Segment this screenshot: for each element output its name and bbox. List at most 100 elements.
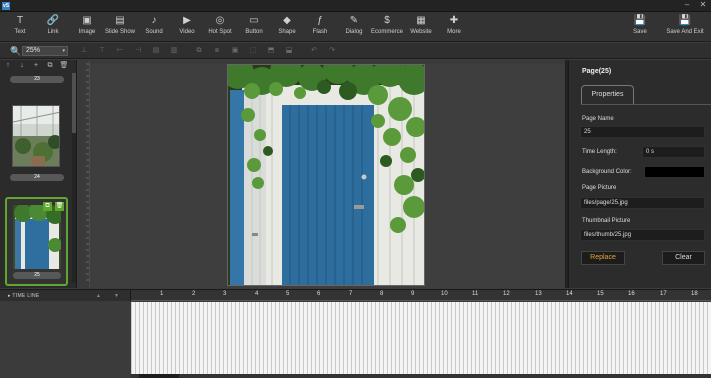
properties-title: Page(25) [582, 68, 612, 75]
timeline-down-icon[interactable]: ▼ [114, 293, 119, 299]
move-up-icon[interactable]: ↑ [3, 61, 13, 71]
video-icon: ▶ [183, 15, 191, 26]
secondary-toolbar: 🔍 25% ▾ ⊥ ⊤ ⊢ ⊣ ▤ ▥ ⧉ ⧈ ▣ ⬚ ⬒ ⬓ ↶ ↷ [0, 43, 711, 59]
canvas-area[interactable] [90, 64, 565, 288]
group-icon[interactable]: ▣ [228, 46, 242, 56]
page-picture-field[interactable]: files/page/25.jpg [580, 197, 705, 209]
thumbnail-picture-field[interactable]: files/thumb/25.jpg [580, 229, 705, 241]
text-tool-button[interactable]: T Text [2, 14, 38, 40]
save-and-exit-button[interactable]: 💾 Save And Exit [662, 14, 708, 40]
timeline-tick: 8 [380, 291, 384, 297]
copy-icon[interactable]: ⬒ [264, 46, 278, 56]
pages-scrollbar[interactable] [72, 73, 76, 283]
slideshow-icon: ▤ [115, 15, 125, 26]
save-icon: 💾 [633, 15, 647, 26]
page-name-label: Page Name [582, 116, 614, 122]
save-button[interactable]: 💾 Save [622, 14, 658, 40]
dialog-tool-button[interactable]: ✎ Dialog [336, 14, 372, 40]
copy-page-button[interactable]: ⧉ [43, 202, 52, 211]
pages-scroll-thumb[interactable] [72, 73, 76, 133]
title-bar: vS – ✕ [0, 0, 711, 12]
button-tool-button[interactable]: ▭ Button [236, 14, 272, 40]
timeline-tick: 4 [255, 291, 259, 297]
save-exit-icon: 💾 [678, 15, 692, 26]
close-button[interactable]: ✕ [696, 0, 710, 11]
flash-tool-button[interactable]: ƒ Flash [302, 14, 338, 40]
time-length-field[interactable]: 0 s [642, 146, 705, 158]
minimize-button[interactable]: – [680, 0, 694, 11]
save-exit-label: Save And Exit [666, 29, 704, 35]
page-label-24[interactable]: 24 [10, 174, 64, 181]
shape-tool-button[interactable]: ◆ Shape [269, 14, 305, 40]
timeline-scroll-thumb[interactable] [139, 374, 179, 378]
clear-button[interactable]: Clear [662, 251, 705, 265]
zoom-value: 25% [26, 47, 41, 54]
paste-icon[interactable]: ⬓ [282, 46, 296, 56]
website-icon: ▦ [416, 15, 426, 26]
page-thumbnail-24[interactable] [12, 105, 60, 167]
dollar-icon: $ [384, 15, 390, 26]
main-toolbar: T Text 🔗 Link ▣ Image ▤ Slide Show ♪ Sound ▶ V… [0, 12, 711, 42]
delete-page-icon[interactable]: 🗑 [59, 61, 69, 71]
selected-page-frame[interactable]: ⧉ 🗑 25 [5, 197, 68, 286]
timeline-header: ▸ TIME LINE ▲ ▼ [0, 290, 131, 301]
duplicate-page-icon[interactable]: ⧉ [45, 61, 55, 71]
send-back-icon[interactable]: ⧈ [210, 46, 224, 56]
tool-label: Hot Spot [208, 29, 232, 35]
page-canvas[interactable] [227, 64, 425, 286]
sound-tool-button[interactable]: ♪ Sound [136, 14, 172, 40]
video-tool-button[interactable]: ▶ Video [169, 14, 205, 40]
vertical-ruler [78, 60, 90, 288]
timeline-tick: 5 [286, 291, 290, 297]
thumbnail-picture-label: Thumbnail Picture [582, 218, 631, 224]
slideshow-tool-button[interactable]: ▤ Slide Show [102, 14, 138, 40]
page-name-field[interactable]: 25 [580, 126, 705, 138]
hotspot-tool-button[interactable]: ◎ Hot Spot [202, 14, 238, 40]
timeline-tick: 6 [317, 291, 321, 297]
music-note-icon: ♪ [151, 15, 157, 26]
text-icon: T [16, 15, 24, 26]
timeline-ruler: 1 2 3 4 5 6 7 8 9 10 11 12 13 14 15 16 1… [131, 290, 711, 301]
timeline-title[interactable]: ▸ TIME LINE [8, 293, 40, 299]
zoom-select[interactable]: 25% ▾ [22, 46, 68, 56]
tool-label: Button [245, 29, 263, 35]
background-color-swatch[interactable] [644, 166, 705, 178]
timeline-grid[interactable] [131, 302, 711, 374]
delete-page-button[interactable]: 🗑 [55, 202, 64, 211]
add-page-icon[interactable]: + [31, 61, 41, 71]
image-tool-button[interactable]: ▣ Image [69, 14, 105, 40]
zoom-icon: 🔍 [10, 46, 22, 56]
website-tool-button[interactable]: ▦ Website [403, 14, 439, 40]
redo-icon[interactable]: ↷ [325, 46, 339, 56]
timeline-up-icon[interactable]: ▲ [96, 293, 101, 299]
link-tool-button[interactable]: 🔗 Link [35, 14, 71, 40]
align-bottom-icon[interactable]: ⊥ [77, 46, 91, 56]
page-picture-label: Page Picture [582, 185, 617, 191]
align-middle-icon[interactable]: ▥ [167, 46, 181, 56]
hotspot-icon: ◎ [215, 15, 225, 26]
move-down-icon[interactable]: ↓ [17, 61, 27, 71]
flash-icon: ƒ [317, 15, 323, 26]
undo-icon[interactable]: ↶ [307, 46, 321, 56]
timeline-scrollbar[interactable] [131, 374, 711, 378]
align-top-icon[interactable]: ⊤ [95, 46, 109, 56]
tab-properties[interactable]: Properties [581, 85, 634, 105]
page-label-25[interactable]: 25 [13, 272, 61, 279]
align-right-icon[interactable]: ⊣ [131, 46, 145, 56]
timeline-tick: 14 [566, 291, 573, 297]
bring-front-icon[interactable]: ⧉ [192, 46, 206, 56]
replace-button[interactable]: Replace [581, 251, 625, 265]
ecommerce-tool-button[interactable]: $ Ecommerce [369, 14, 405, 40]
timeline-tick: 13 [535, 291, 542, 297]
align-center-icon[interactable]: ▤ [149, 46, 163, 56]
tool-label: Image [78, 29, 96, 35]
page-thumbnail-25[interactable] [13, 205, 61, 269]
timeline-tick: 3 [223, 291, 227, 297]
more-tool-button[interactable]: ✚ More [436, 14, 472, 40]
align-left-icon[interactable]: ⊢ [113, 46, 127, 56]
ungroup-icon[interactable]: ⬚ [246, 46, 260, 56]
app-window: vS – ✕ T Text 🔗 Link ▣ Image ▤ Slide Show ♪ S… [0, 0, 711, 378]
timeline-tick: 2 [192, 291, 196, 297]
page-label-23[interactable]: 23 [10, 76, 64, 83]
dialog-icon: ✎ [349, 15, 359, 26]
